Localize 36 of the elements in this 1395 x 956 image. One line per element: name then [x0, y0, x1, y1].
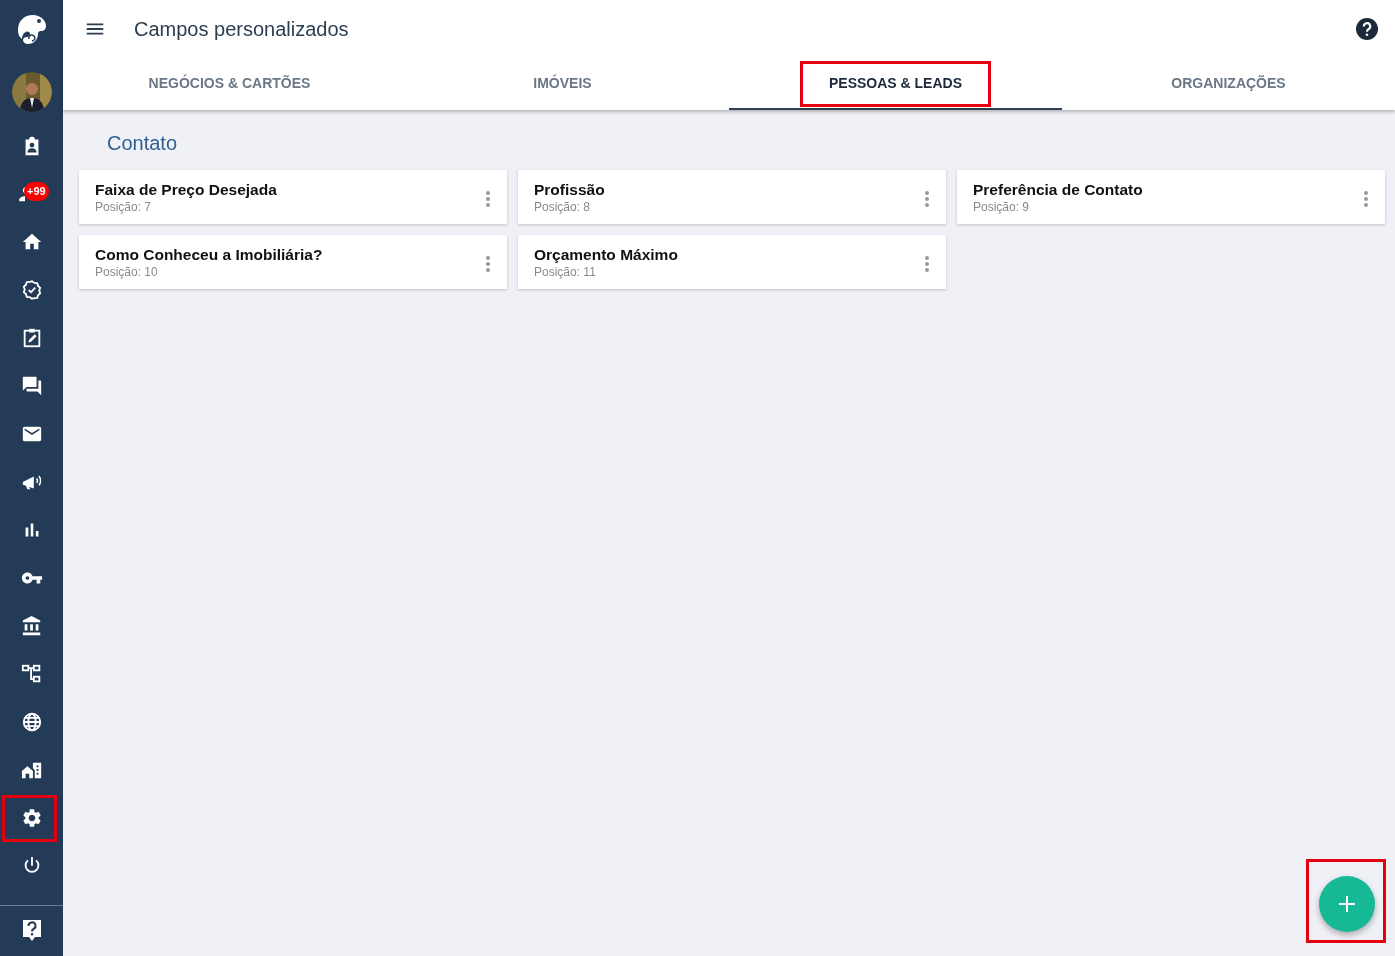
more-icon[interactable]	[485, 255, 491, 273]
verified-badge-icon[interactable]	[20, 279, 43, 301]
field-name: Como Conheceu a Imobiliária?	[95, 246, 323, 264]
field-name: Profissão	[534, 181, 605, 199]
field-name: Preferência de Contato	[973, 181, 1143, 199]
help-icon[interactable]	[20, 918, 43, 942]
field-position: Posição: 8	[534, 200, 591, 214]
field-card[interactable]: Orçamento Máximo Posição: 11	[518, 235, 946, 289]
section-title: Contato	[107, 132, 179, 155]
tab[interactable]: NEGÓCIOS & CARTÕES	[63, 58, 396, 110]
settings-icon[interactable]	[20, 807, 43, 829]
globe-icon[interactable]	[20, 711, 43, 733]
field-name: Faixa de Preço Desejada	[95, 181, 277, 199]
field-position: Posição: 9	[973, 200, 1030, 214]
field-name: Orçamento Máximo	[534, 246, 678, 264]
more-icon[interactable]	[924, 190, 930, 208]
more-icon[interactable]	[485, 190, 491, 208]
field-position: Posição: 11	[534, 265, 596, 279]
tab[interactable]: PESSOAS & LEADS	[729, 58, 1062, 110]
field-position: Posição: 7	[95, 200, 152, 214]
hierarchy-icon[interactable]	[20, 663, 43, 685]
bank-icon[interactable]	[20, 615, 43, 637]
field-card[interactable]: Profissão Posição: 8	[518, 170, 946, 224]
page-title: Campos personalizados	[134, 17, 349, 41]
notification-count: +99	[24, 182, 49, 201]
more-icon[interactable]	[1363, 190, 1369, 208]
field-card[interactable]: Preferência de Contato Posição: 9	[957, 170, 1385, 224]
plus-icon	[1337, 894, 1357, 914]
help-icon[interactable]	[1355, 17, 1379, 41]
chat-icon[interactable]	[20, 375, 43, 397]
field-card[interactable]: Como Conheceu a Imobiliária? Posição: 10	[79, 235, 507, 289]
field-card[interactable]: Faixa de Preço Desejada Posição: 7	[79, 170, 507, 224]
tab[interactable]: ORGANIZAÇÕES	[1062, 58, 1395, 110]
field-position: Posição: 10	[95, 265, 158, 279]
more-icon[interactable]	[924, 255, 930, 273]
tab[interactable]: IMÓVEIS	[396, 58, 729, 110]
